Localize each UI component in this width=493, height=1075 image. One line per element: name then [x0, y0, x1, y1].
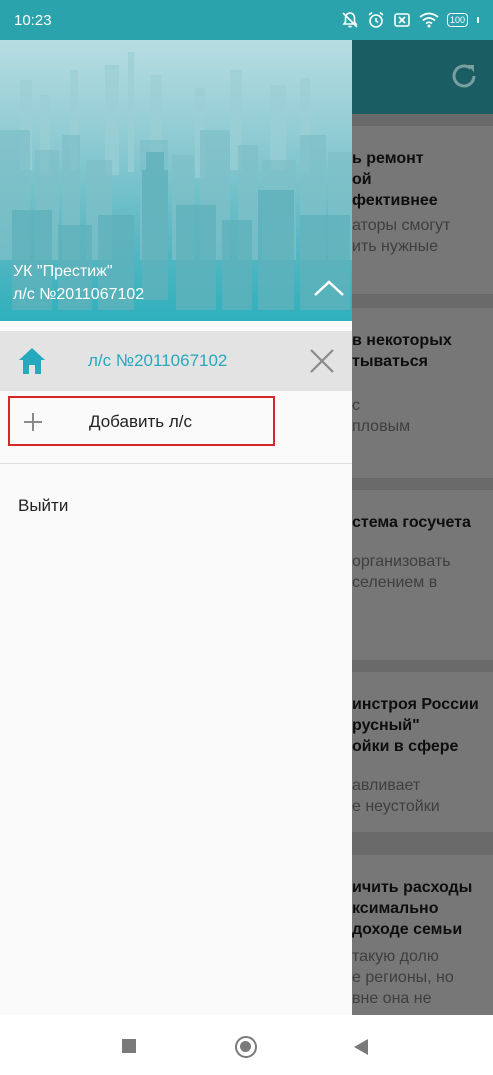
add-account-button[interactable]: Добавить л/с	[8, 396, 275, 446]
home-nav-icon[interactable]	[235, 1036, 257, 1058]
news-card-text-line: с	[352, 397, 360, 414]
news-card[interactable]: стема госучета организовать селением в	[352, 490, 493, 660]
alarm-icon	[367, 11, 385, 29]
news-card-text-line: пловым	[352, 418, 411, 435]
news-card[interactable]: инстроя России русный" ойки в сфере авли…	[352, 672, 493, 832]
news-card-text-line: такую долю	[352, 948, 439, 965]
battery-tip	[477, 17, 479, 23]
news-card-title-line: доходе семьи	[352, 921, 463, 938]
battery-level: 100	[449, 15, 465, 25]
status-bar: 10:23 100	[0, 0, 493, 40]
news-card-text-line: ить нужные	[352, 238, 438, 255]
status-time: 10:23	[14, 11, 52, 29]
account-item-label: л/с №2011067102	[88, 351, 228, 370]
news-card-title-line: тываться	[352, 353, 428, 370]
news-card-title-line: инстроя России	[352, 696, 479, 713]
news-card-text-line: е неустойки	[352, 798, 440, 815]
organization-name: УК "Престиж"	[13, 263, 113, 280]
header-account-number: л/с №2011067102	[13, 286, 145, 303]
news-card-title-line: ойки в сфере	[352, 738, 459, 755]
news-card-title-line: русный"	[352, 717, 420, 734]
bell-off-icon	[341, 11, 359, 29]
home-icon	[17, 346, 47, 381]
navigation-drawer: УК "Престиж" л/с №2011067102 л/с №201106…	[0, 40, 352, 1015]
news-card-text-line: е регионы, но	[352, 969, 454, 986]
news-card-text-line: селением в	[352, 574, 438, 591]
chevron-up-icon[interactable]	[313, 278, 345, 303]
news-card-text-line: организовать	[352, 553, 451, 570]
news-card[interactable]: ь ремонт ой фективнее аторы смогут ить н…	[352, 126, 493, 294]
news-card-text-line: аторы смогут	[352, 217, 451, 234]
account-item[interactable]: л/с №2011067102	[0, 331, 352, 391]
sim-off-icon	[393, 11, 411, 29]
news-card-title-line: ксимально	[352, 900, 439, 917]
news-card-title-line: фективнее	[352, 192, 438, 209]
news-card-title-line: в некоторых	[352, 332, 452, 349]
system-nav-bar	[0, 1015, 493, 1075]
news-card-title-line: ой	[352, 171, 372, 188]
refresh-icon[interactable]	[448, 60, 480, 97]
news-card-title-line: стема госучета	[352, 514, 471, 531]
news-card-text-line: авливает	[352, 777, 421, 794]
back-icon[interactable]	[353, 1038, 369, 1061]
plus-icon	[22, 411, 44, 438]
status-icons: 100	[341, 11, 479, 29]
news-card[interactable]: в некоторых тываться с пловым	[352, 308, 493, 478]
news-card-title-line: ичить расходы	[352, 879, 473, 896]
close-icon[interactable]	[308, 347, 336, 380]
news-card-text-line: вне она не	[352, 990, 432, 1007]
add-account-label: Добавить л/с	[89, 412, 192, 431]
news-card[interactable]: ичить расходы ксимально доходе семьи так…	[352, 855, 493, 1015]
drawer-header: УК "Престиж" л/с №2011067102	[0, 40, 352, 321]
recents-icon[interactable]	[122, 1039, 136, 1053]
news-card-title-line: ь ремонт	[352, 150, 424, 167]
wifi-icon	[419, 12, 439, 28]
logout-button[interactable]: Выйти	[18, 496, 68, 516]
battery-icon: 100	[446, 13, 468, 27]
divider	[0, 463, 352, 464]
